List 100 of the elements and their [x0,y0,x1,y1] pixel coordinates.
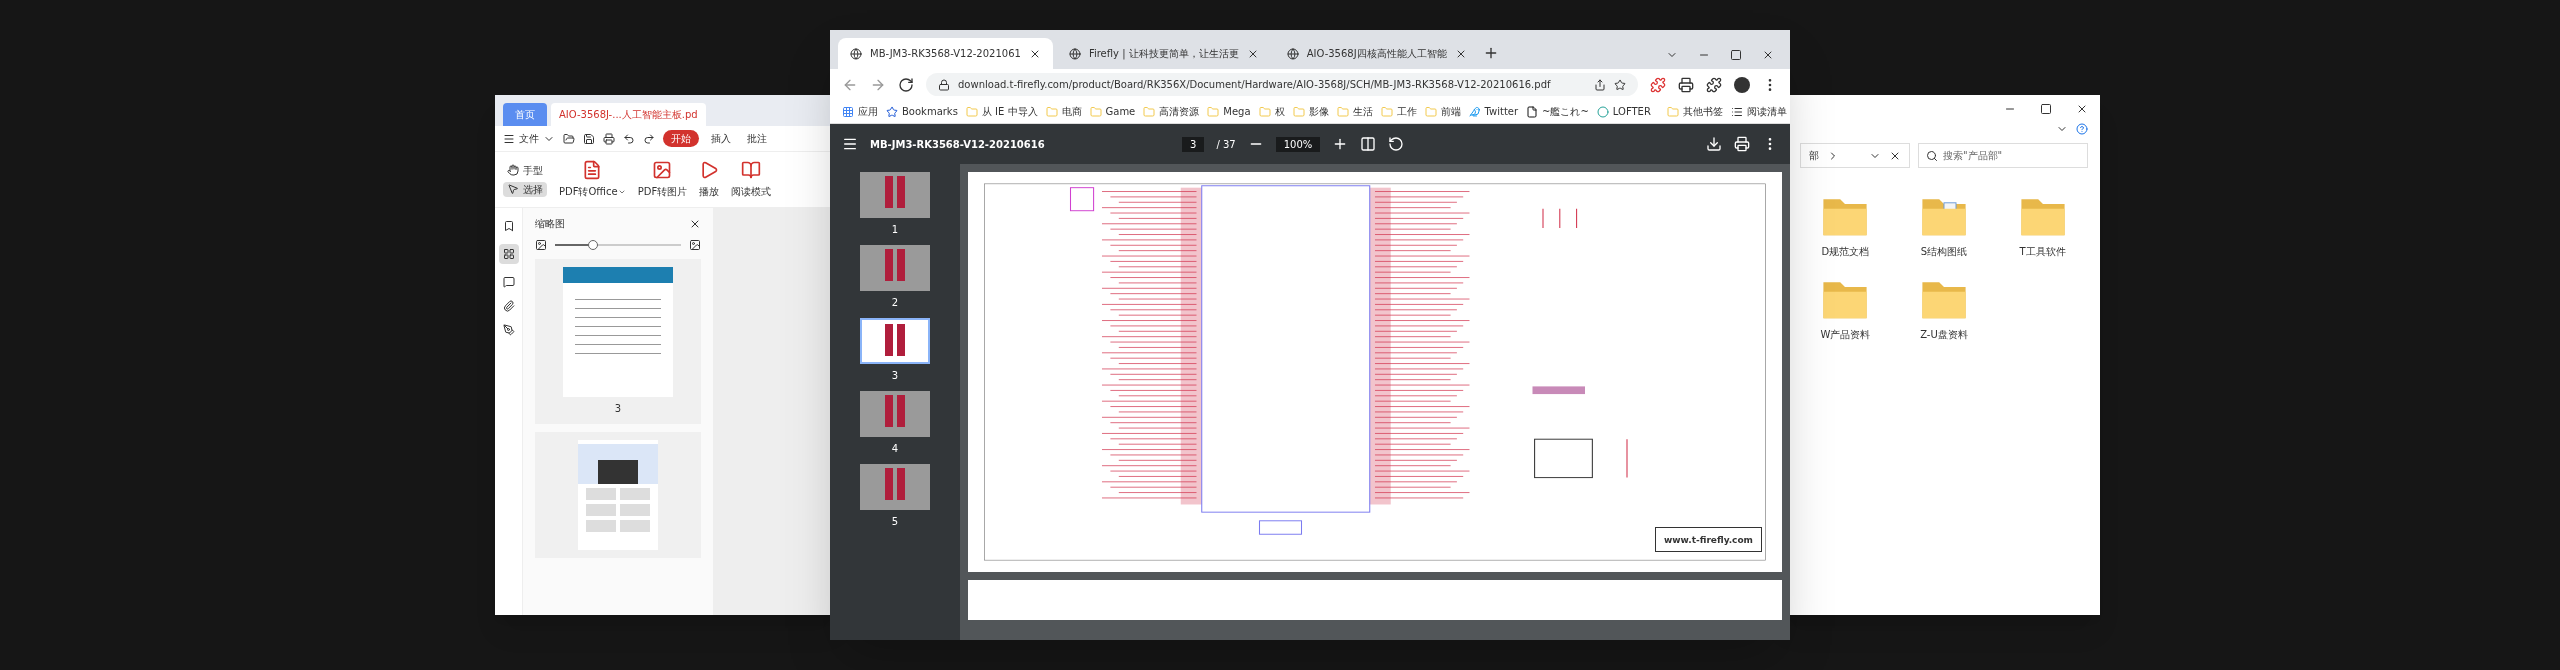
rotate-icon[interactable] [1388,136,1405,152]
ribbon-tool-button[interactable]: PDF转Office [559,160,626,199]
folder-icon [1380,105,1393,118]
bookmark-item[interactable]: Mega [1207,104,1251,119]
bookmark-item[interactable]: Twitter [1468,104,1519,119]
bookmark-item[interactable]: 电商 [1045,104,1082,119]
close-icon[interactable] [1762,49,1774,61]
page-field[interactable]: 3 [1182,136,1205,152]
maximize-icon[interactable] [2040,103,2052,115]
ribbon-tab[interactable]: 插入 [707,131,735,146]
folder-item[interactable]: W产品资料 [1796,275,1895,342]
menu-icon[interactable] [842,136,858,152]
folder-icon [1207,105,1220,118]
mode-button[interactable]: 选择 [503,181,547,197]
bookmark-item[interactable]: Game [1089,104,1136,119]
paperclip-icon[interactable] [502,300,515,312]
bookmark-item[interactable]: 工作 [1380,104,1417,119]
bookmark-folder[interactable]: 其他书签 [1666,104,1723,119]
folder-icon [1089,105,1102,118]
browser-tab[interactable]: MB-JM3-RK3568-V12-2021061 [838,38,1053,69]
share-icon[interactable] [1594,78,1606,91]
extension-icon[interactable] [1650,76,1666,93]
bookmark-icon[interactable] [502,220,515,232]
address-bar[interactable]: download.t-firefly.com/product/Board/RK356X/Document/Hardware/AIO-3568J/SCH/MB-JM3-RK3568-V12-20210616.pdf [926,73,1638,96]
fit-page-icon[interactable] [1360,136,1377,152]
folder-item[interactable]: T工具软件 [1993,192,2092,259]
ribbon-tool-button[interactable]: 播放 [699,160,720,199]
comment-icon[interactable] [502,276,515,288]
bookmark-item[interactable]: ~艦これ~ [1526,104,1589,119]
folder-name: Z-U盘资料 [1920,328,1968,342]
folder-name: S结构图纸 [1920,245,1968,259]
folder-item[interactable]: D规范文档 [1796,192,1895,259]
image-icon [652,160,673,180]
folder-item[interactable]: S结构图纸 [1894,192,1994,259]
avatar[interactable] [1734,76,1750,93]
open-folder-icon[interactable] [563,132,575,145]
folder-icon [1424,105,1437,118]
page-thumbnail[interactable] [578,440,658,550]
page-thumbnail[interactable] [563,267,673,397]
maximize-icon[interactable] [1730,49,1742,61]
pointer-icon [507,183,519,195]
star-icon [886,105,898,118]
folder-icon [1045,105,1058,118]
star-icon[interactable] [1614,78,1626,91]
bookmark-item[interactable]: 影像 [1292,104,1329,119]
bookmark-item[interactable]: 前端 [1424,104,1461,119]
bookmark-item[interactable]: 生活 [1336,104,1373,119]
image-small-icon[interactable] [535,239,547,251]
slider-thumb[interactable] [587,240,598,250]
ribbon-tool-button[interactable]: PDF转图片 [637,160,688,199]
page-count: / 37 [1216,137,1236,152]
bookmark-item[interactable]: 应用 [842,104,878,119]
page-number: 4 [891,442,899,456]
page-thumbnail[interactable] [860,245,930,291]
bookmark-item[interactable]: 权 [1258,104,1285,119]
page-number: 5 [891,515,899,529]
document-tab[interactable]: AIO-3568J-...人工智能主板.pd [551,103,706,126]
image-large-icon[interactable] [689,239,701,251]
printer-icon[interactable] [1678,76,1694,93]
page-thumbnail[interactable] [860,391,930,437]
mode-button[interactable]: 手型 [503,162,547,178]
puzzle-icon[interactable] [1706,76,1722,93]
reload-icon[interactable] [898,76,914,93]
page-icon [1526,105,1539,118]
page-thumbnail[interactable] [860,172,930,218]
bookmark-item[interactable]: LOFTER [1596,104,1651,119]
save-icon[interactable] [583,132,595,145]
folder-icon [1258,105,1271,118]
page-thumbnail[interactable] [860,318,930,364]
search-field[interactable]: 搜索"产品部" [1918,143,2088,168]
pen-icon[interactable] [502,324,515,336]
bookmark-item[interactable]: Bookmarks [886,104,958,119]
grid-icon [502,248,515,260]
globe-icon [850,47,862,60]
folder-item[interactable]: Z-U盘资料 [1894,275,1994,342]
download-icon[interactable] [1706,136,1722,152]
redo-icon[interactable] [643,132,655,145]
print-icon[interactable] [603,132,615,145]
address-bar[interactable]: 部 [1800,143,1910,168]
undo-icon[interactable] [623,132,635,145]
play-icon [699,160,720,180]
reading-list-button[interactable]: 阅读清单 [1730,104,1787,119]
ribbon-tool-button[interactable]: 阅读模式 [731,160,772,199]
print-icon[interactable] [1734,136,1750,152]
file-menu[interactable]: 文件 [503,131,555,146]
close-icon[interactable] [2076,103,2088,115]
page-number: 3 [891,369,899,383]
search-icon [1926,149,1938,162]
folder-name: D规范文档 [1821,245,1870,259]
page-thumbnail[interactable] [860,464,930,510]
folder-icon [1143,105,1156,118]
page-number: 3 [614,402,622,416]
ribbon-tab[interactable]: 批注 [743,131,771,146]
ribbon-tab[interactable]: 开始 [663,130,699,147]
bookmark-item[interactable]: 高清资源 [1143,104,1200,119]
bookmark-item[interactable]: 从 IE 中导入 [965,104,1038,119]
zoom-field[interactable]: 100% [1275,136,1321,152]
thumbnail-view-button[interactable] [498,244,519,264]
help-icon[interactable] [2076,123,2088,135]
folder-icon [1666,105,1679,118]
